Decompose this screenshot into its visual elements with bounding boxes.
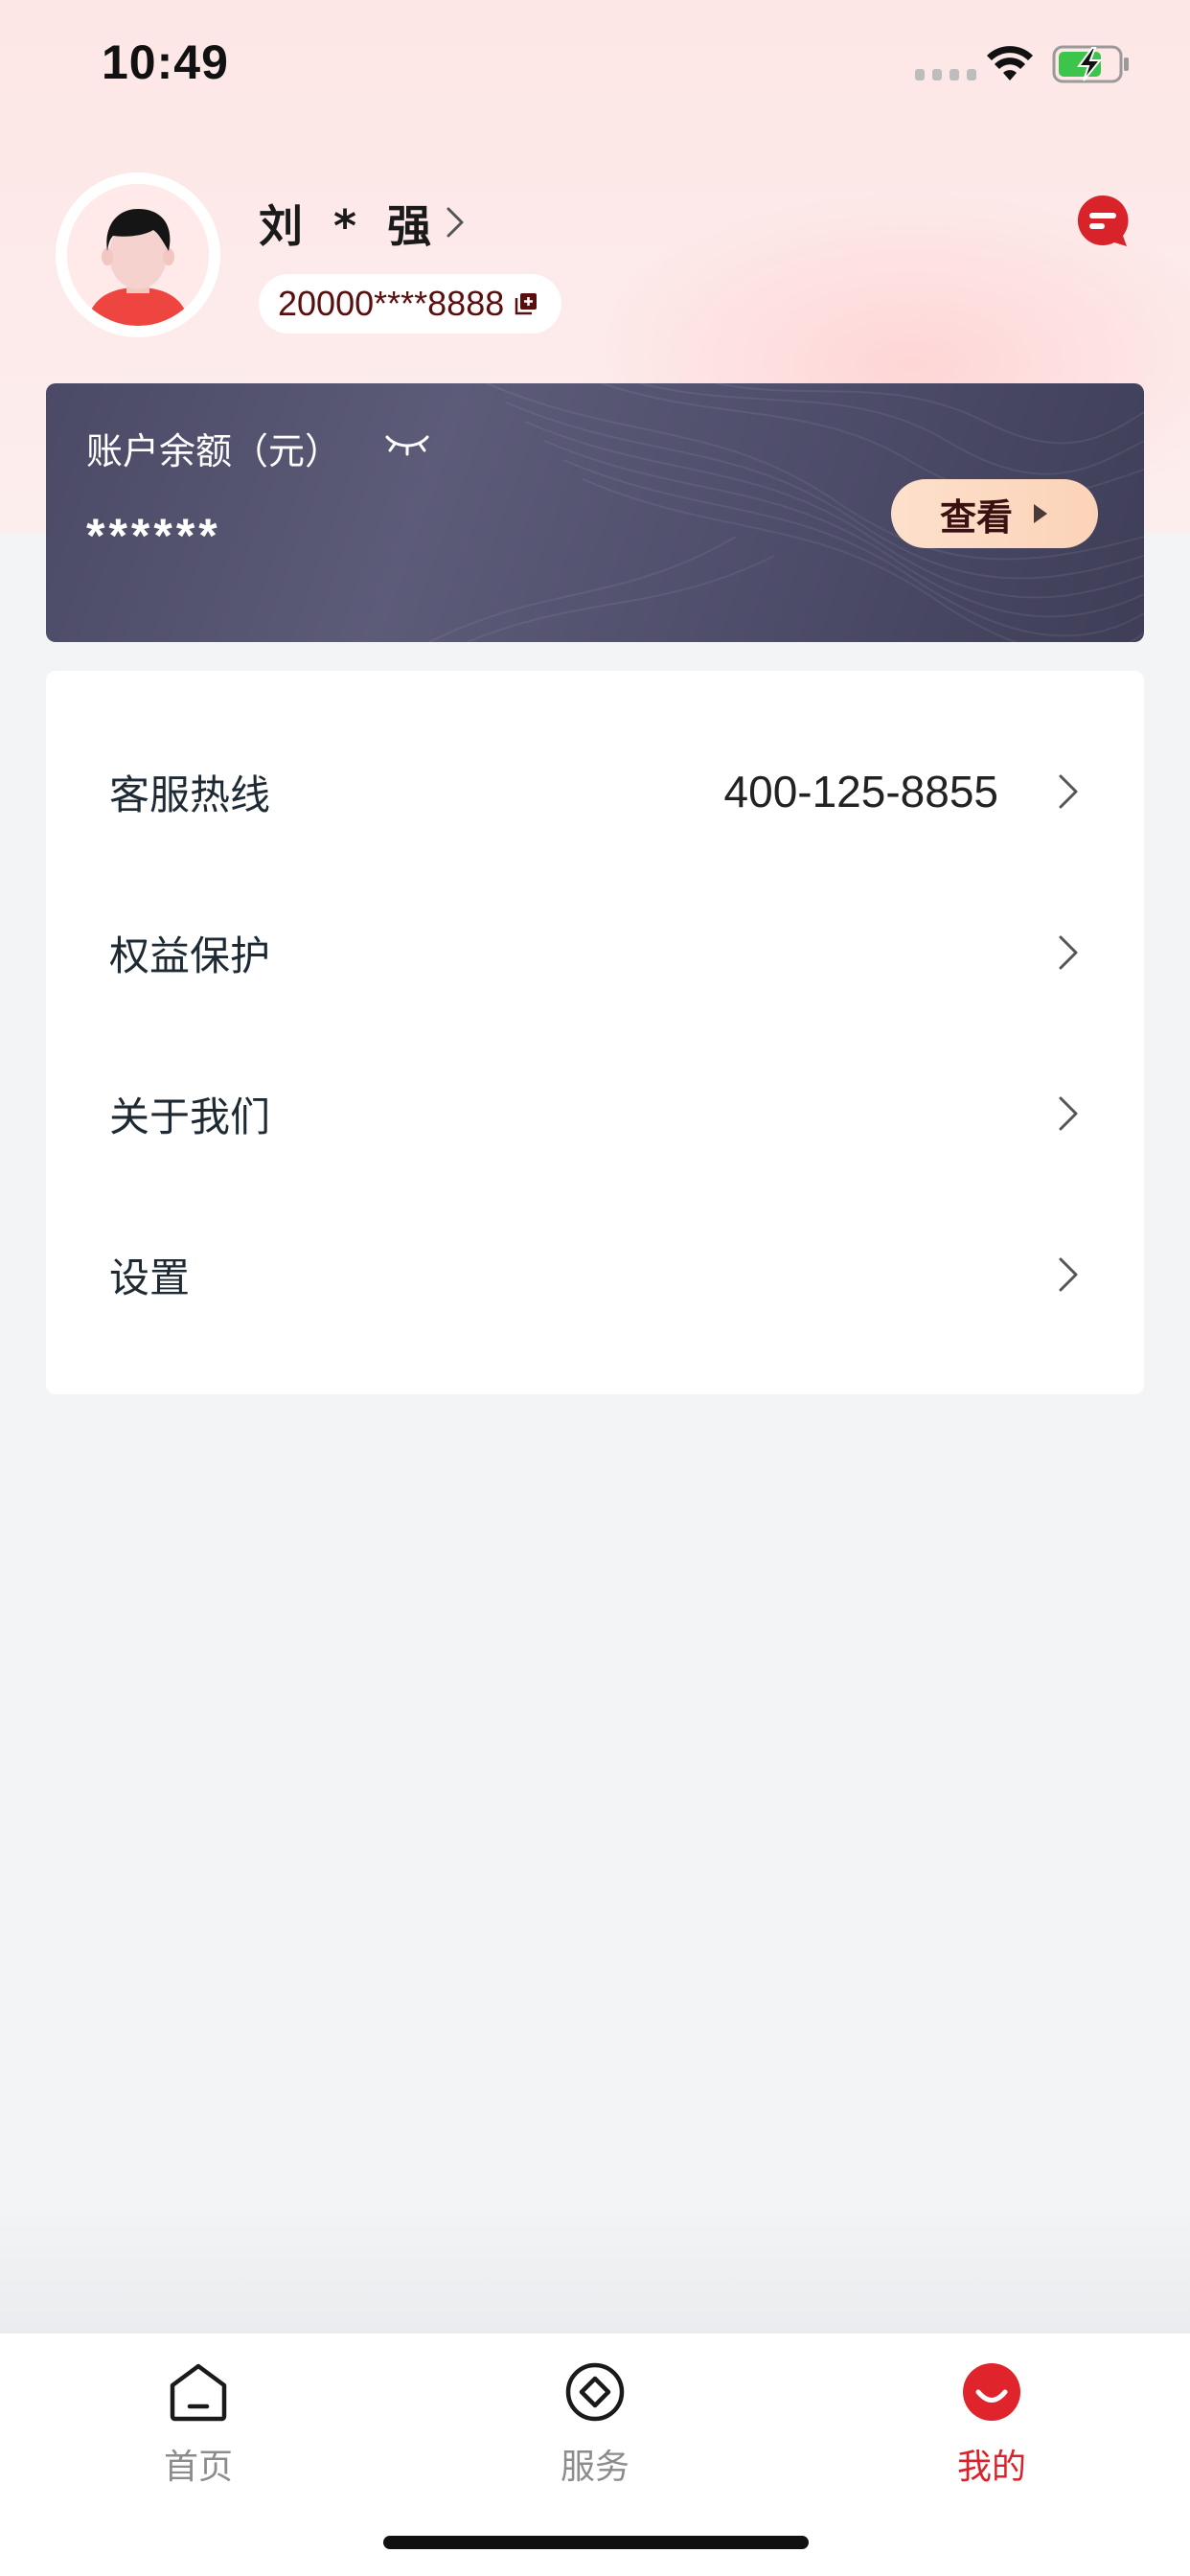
menu-item-label: 客服热线	[109, 770, 271, 818]
nav-label-mine: 我的	[956, 2448, 1026, 2487]
play-arrow-icon	[1034, 504, 1047, 523]
status-time: 10:49	[102, 35, 229, 89]
nav-shadow	[0, 2204, 1190, 2334]
nav-label-service: 服务	[560, 2448, 629, 2487]
status-bar: 10:49	[0, 0, 1190, 129]
avatar[interactable]	[56, 172, 220, 337]
menu-item-about-us[interactable]: 关于我们	[46, 1033, 1144, 1194]
profile-icon	[963, 2363, 1020, 2421]
menu-item-label: 权益保护	[109, 932, 271, 979]
account-number: 20000****8888	[278, 284, 505, 323]
hotline-number: 400-125-8855	[723, 767, 998, 816]
balance-label: 账户余额（元）	[86, 430, 342, 472]
chevron-right-icon[interactable]	[441, 203, 469, 242]
balance-value: ******	[86, 509, 221, 563]
chevron-right-icon	[1059, 774, 1078, 809]
battery-charging-icon	[1052, 45, 1129, 83]
home-indicator[interactable]	[383, 2536, 809, 2549]
menu-item-label: 关于我们	[109, 1092, 271, 1140]
chevron-right-icon	[1059, 1096, 1078, 1131]
balance-card: 账户余额（元） ****** 查看	[46, 383, 1144, 642]
copy-icon[interactable]	[514, 291, 538, 316]
view-button-label: 查看	[939, 495, 1013, 539]
user-name[interactable]: 刘 * 强	[259, 192, 439, 255]
menu-list: 客服热线 400-125-8855 权益保护 关于我们 设置	[46, 671, 1144, 1394]
account-number-pill[interactable]: 20000****8888	[259, 274, 562, 334]
service-icon	[565, 2362, 625, 2422]
user-avatar-icon	[67, 184, 209, 326]
eye-closed-icon[interactable]	[383, 429, 431, 458]
menu-item-label: 设置	[109, 1254, 191, 1301]
home-icon	[170, 2363, 227, 2422]
menu-item-rights-protection[interactable]: 权益保护	[46, 872, 1144, 1033]
cellular-signal-icon	[915, 69, 976, 80]
menu-item-hotline[interactable]: 客服热线 400-125-8855	[46, 711, 1144, 872]
wifi-icon	[987, 46, 1033, 80]
nav-label-home: 首页	[163, 2448, 233, 2487]
menu-item-settings[interactable]: 设置	[46, 1194, 1144, 1355]
chevron-right-icon	[1059, 1257, 1078, 1292]
message-icon[interactable]	[1073, 192, 1133, 249]
chevron-right-icon	[1059, 935, 1078, 970]
view-balance-button[interactable]: 查看	[891, 479, 1098, 548]
